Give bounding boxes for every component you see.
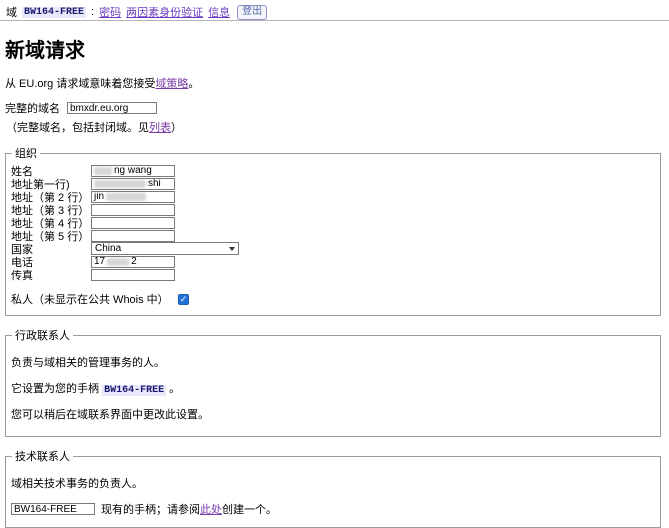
- country-select[interactable]: China: [91, 242, 239, 255]
- address2-row: 地址（第 2 行） jin: [11, 190, 652, 204]
- address1-value: shi: [148, 178, 161, 189]
- domain-note-close: ）: [171, 122, 182, 134]
- country-selected-value: China: [95, 243, 122, 254]
- name-row: 姓名 ng wang: [11, 164, 652, 178]
- organization-fieldset: 组织 姓名 ng wang 地址第一行) shi 地址（第 2 行） jin 地…: [5, 145, 661, 316]
- phone-value-end: 2: [131, 256, 137, 267]
- intro-period: 。: [188, 78, 200, 90]
- address2-input[interactable]: jin: [91, 190, 175, 203]
- info-link[interactable]: 信息: [208, 4, 230, 20]
- address5-input[interactable]: [91, 229, 175, 242]
- name-value: ng wang: [114, 165, 152, 176]
- redacted-text: [107, 257, 130, 266]
- country-row: 国家 China: [11, 242, 652, 256]
- domain-note: （完整域名，包括封闭域。见列表）: [6, 119, 669, 135]
- fax-row: 传真: [11, 268, 652, 282]
- organization-legend: 组织: [15, 148, 37, 160]
- password-link[interactable]: 密码: [99, 4, 121, 20]
- private-whois-checkbox[interactable]: [177, 293, 189, 305]
- tech-contact-description: 域相关技术事务的负责人。: [11, 478, 143, 490]
- intro-text: 从 EU.org 请求域意味着您接受: [5, 78, 156, 90]
- domain-word: 域: [6, 7, 17, 19]
- admin-handle-prefix: 它设置为您的手柄: [11, 383, 103, 395]
- tech-hint-text: 现有的手柄；请参阅: [101, 504, 200, 516]
- phone-row: 电话 17 2: [11, 255, 652, 269]
- closed-domains-list-link[interactable]: 列表: [149, 122, 171, 134]
- admin-handle-badge: BW164-FREE: [102, 385, 167, 396]
- address1-input[interactable]: shi: [91, 177, 175, 190]
- domain-name-row: 完整的域名: [5, 100, 669, 116]
- redacted-text: [106, 192, 147, 201]
- page-title: 新域请求: [5, 40, 85, 62]
- create-handle-link[interactable]: 此处: [200, 504, 222, 516]
- address1-row: 地址第一行) shi: [11, 177, 652, 191]
- address3-row: 地址（第 3 行）: [11, 203, 652, 217]
- chevron-down-icon: [229, 246, 235, 251]
- tech-handle-row: 现有的手柄；请参阅此处创建一个。: [11, 501, 652, 517]
- user-handle-badge: BW164-FREE: [22, 6, 87, 18]
- logout-button[interactable]: 登出: [237, 4, 268, 20]
- domain-note-text: （完整域名，包括封闭域。见: [6, 122, 149, 134]
- domain-policy-link[interactable]: 域策略: [155, 78, 188, 90]
- account-topbar: 域 BW164-FREE : 密码 两因素身份验证 信息 登出: [0, 0, 669, 21]
- address4-row: 地址（第 4 行）: [11, 216, 652, 230]
- tech-handle-input[interactable]: [11, 503, 95, 515]
- address5-row: 地址（第 5 行）: [11, 229, 652, 243]
- tech-hint: 现有的手柄；请参阅此处创建一个。: [101, 501, 277, 517]
- fax-label: 传真: [11, 269, 33, 282]
- topbar-separator: :: [91, 6, 95, 18]
- tech-contact-fieldset: 技术联系人 域相关技术事务的负责人。 现有的手柄；请参阅此处创建一个。: [5, 448, 661, 528]
- private-row: 私人（未显示在公共 Whois 中）: [11, 291, 652, 307]
- intro-line: 从 EU.org 请求域意味着您接受域策略。: [5, 75, 669, 91]
- address3-input[interactable]: [91, 203, 175, 216]
- name-input[interactable]: ng wang: [91, 164, 175, 177]
- phone-input[interactable]: 17 2: [91, 255, 175, 268]
- admin-handle-suffix: 。: [166, 383, 181, 395]
- admin-contact-description: 负责与域相关的管理事务的人。: [11, 357, 165, 369]
- tech-hint-suffix: 创建一个。: [222, 504, 277, 516]
- redacted-text: [94, 179, 146, 188]
- address4-input[interactable]: [91, 216, 175, 229]
- redacted-text: [94, 166, 112, 175]
- fax-input[interactable]: [91, 268, 175, 281]
- admin-handle-line: 它设置为您的手柄 BW164-FREE 。: [11, 380, 652, 396]
- admin-change-note: 您可以稍后在域联系界面中更改此设置。: [11, 409, 209, 421]
- admin-contact-legend: 行政联系人: [15, 330, 70, 342]
- domain-name-input[interactable]: [67, 102, 157, 114]
- address2-value: jin: [94, 191, 105, 202]
- private-label: 私人（未显示在公共 Whois 中）: [11, 294, 169, 306]
- phone-value-start: 17: [94, 256, 106, 267]
- two-factor-auth-link[interactable]: 两因素身份验证: [126, 4, 203, 20]
- tech-contact-legend: 技术联系人: [15, 451, 70, 463]
- admin-contact-fieldset: 行政联系人 负责与域相关的管理事务的人。 它设置为您的手柄 BW164-FREE…: [5, 327, 661, 437]
- domain-name-label: 完整的域名: [5, 103, 60, 115]
